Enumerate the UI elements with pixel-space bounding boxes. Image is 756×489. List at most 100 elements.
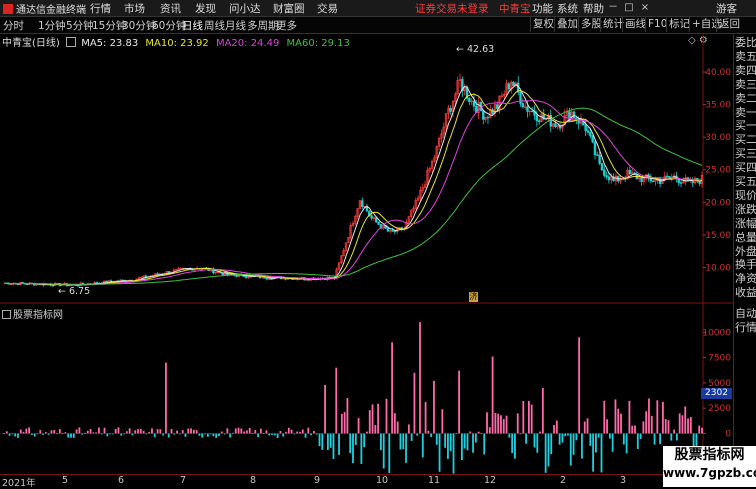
indicator-bar-negative [326,433,329,451]
indicator-bar-negative [653,433,656,445]
candle-body [603,169,606,176]
indicator-bar-positive [75,429,78,434]
indicator-bar-positive [650,415,653,434]
event-marker[interactable]: 济 [469,292,478,302]
panel-tab-0[interactable]: 自动 [735,307,756,320]
indicator-bar-positive [3,433,5,435]
indicator-bar-positive [28,427,31,434]
indicator-bar-negative [11,433,14,435]
indicator-bar-negative [282,433,285,437]
candle-body [535,114,539,121]
indicator-bar-positive [248,427,251,434]
indicator-bar-positive [687,418,689,434]
indicator-bar-positive [500,415,502,434]
indicator-bar-positive [128,428,131,434]
quote-field-2: 卖四 [735,63,756,77]
indicator-bar-negative [639,433,642,439]
indicator-bar-negative [544,433,547,473]
indicator-bar-positive [480,432,483,434]
indicator-bar-negative [145,433,148,435]
indicator-bar-negative [575,433,578,441]
date-axis-label: 9 [314,475,321,486]
indicator-bar-positive [642,421,645,434]
ma20-line [3,99,703,286]
indicator-bar-negative [310,433,313,436]
indicator-bar-negative [421,433,424,458]
quote-field-13: 涨幅 [735,216,756,230]
indicator-bar-negative [198,433,201,436]
indicator-bar-positive [656,400,659,434]
candle-body [449,107,452,112]
indicator-bar-negative [608,433,611,439]
indicator-bar-negative [315,433,318,435]
indicator-bar-positive [606,419,608,434]
candle-body [554,123,557,127]
indicator-bar-negative [72,433,75,438]
date-axis-label: 12 [484,475,497,486]
indicator-bar-positive [519,433,522,435]
indicator-bar-positive [497,413,500,434]
indicator-bar-positive [539,431,541,434]
indicator-bar-positive [84,432,86,434]
indicator-bar-positive [95,432,98,434]
indicator-bar-positive [50,430,53,434]
indicator-bar-positive [455,433,458,435]
indicator-bar-negative [153,433,156,438]
indicator-bar-positive [36,433,39,435]
candle-body [482,110,485,120]
indicator-bar-positive [237,427,240,434]
indicator-bar-positive [346,398,349,434]
indicator-bar-positive [673,429,675,434]
indicator-bar-positive [522,401,525,434]
indicator-bar-positive [377,403,380,434]
indicator-bar-negative [595,433,597,453]
indicator-bar-positive [39,430,42,434]
indicator-bar-negative [218,433,220,436]
watermark-title: 股票指标网 [674,447,745,463]
indicator-bar-positive [226,428,229,434]
indicator-bar-positive [603,400,606,434]
indicator-bar-negative [14,433,17,437]
kline-chart[interactable]: 10.00 15.00 20.00 25.00 30.00 35.00 40.00 0 2500… [0,0,756,487]
quote-field-17: 净资 [735,272,756,286]
quote-field-14: 总量 [735,230,756,244]
indicator-bar-positive [631,425,634,434]
indicator-bar-negative [8,433,11,436]
candle-body [51,285,55,287]
indicator-bar-negative [338,433,340,455]
quote-field-7: 买二 [735,133,756,147]
candle-body [530,110,534,113]
indicator-bar-negative [572,433,575,455]
indicator-bar-negative [472,433,474,453]
indicator-bar-positive [53,430,56,434]
indicator-bar-negative [569,433,572,466]
indicator-bar-positive [307,427,310,434]
indicator-bar-positive [396,421,399,434]
indicator-bar-negative [67,433,70,438]
indicator-bar-positive [371,404,374,434]
indicator-bar-positive [368,410,371,434]
indicator-bar-positive [25,428,28,434]
indicator-bar-positive [134,430,137,434]
indicator-bar-negative [670,433,673,441]
indicator-bar-negative [466,433,469,451]
indicator-bar-negative [229,433,232,438]
price-tick-label: 20.00 [705,198,731,208]
date-axis-label: 2 [560,475,567,486]
panel-tab-1[interactable]: 行情 [735,321,756,334]
indicator-bar-negative [692,433,695,446]
quote-field-12: 涨跌 [735,202,756,216]
indicator-bar-positive [458,370,460,434]
indicator-bar-negative [460,433,463,461]
indicator-bar-positive [527,400,530,434]
indicator-bar-positive [287,427,290,434]
indicator-bar-positive [491,356,494,434]
indicator-bar-positive [86,430,89,434]
indicator-bar-negative [592,433,595,472]
indicator-bar-positive [427,430,430,434]
site-watermark: 股票指标网 www.7gpzb.com [663,446,756,487]
date-axis-label: 6 [118,475,125,486]
indicator-bar-positive [516,413,519,434]
indicator-bar-positive [343,412,346,434]
candle-body [593,141,597,156]
